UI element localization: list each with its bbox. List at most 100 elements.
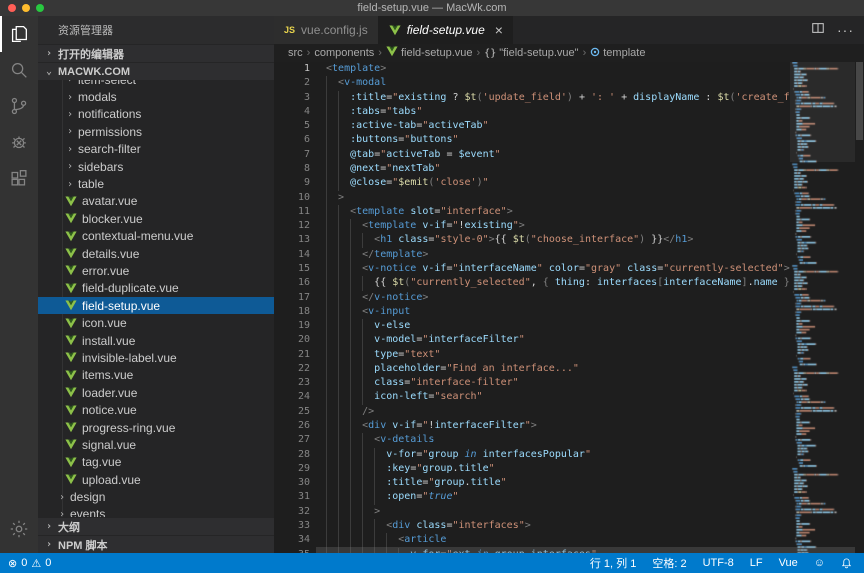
- tree-file-notice.vue[interactable]: notice.vue: [38, 401, 274, 418]
- vue-file-icon: [65, 405, 77, 416]
- tree-file-tag.vue[interactable]: tag.vue: [38, 454, 274, 471]
- indentation-setting[interactable]: 空格: 2: [652, 555, 686, 571]
- tree-folder-events[interactable]: ›events: [38, 506, 274, 517]
- tree-file-icon.vue[interactable]: icon.vue: [38, 314, 274, 331]
- tree-file-upload.vue[interactable]: upload.vue: [38, 471, 274, 488]
- code-line-20[interactable]: 20 v-model="interfaceFilter": [274, 333, 864, 347]
- code-line-9[interactable]: 9 @close="$emit('close')": [274, 176, 864, 190]
- code-line-1[interactable]: 1<template>: [274, 62, 864, 76]
- tree-folder-notifications[interactable]: ›notifications: [38, 106, 274, 123]
- eol-setting[interactable]: LF: [750, 557, 763, 569]
- code-editor[interactable]: 1<template>2 <v-modal3 :title="existing …: [274, 62, 864, 553]
- encoding-setting[interactable]: UTF-8: [703, 557, 734, 569]
- code-line-10[interactable]: 10 >: [274, 191, 864, 205]
- code-line-14[interactable]: 14 </template>: [274, 248, 864, 262]
- outline-section[interactable]: › 大纲: [38, 517, 274, 535]
- code-line-7[interactable]: 7 @tab="activeTab = $event": [274, 148, 864, 162]
- tree-file-progress-ring.vue[interactable]: progress-ring.vue: [38, 419, 274, 436]
- cursor-position[interactable]: 行 1, 列 1: [590, 555, 636, 571]
- breadcrumb-item-components[interactable]: components: [314, 47, 374, 59]
- tree-folder-permissions[interactable]: ›permissions: [38, 123, 274, 140]
- tree-file-avatar.vue[interactable]: avatar.vue: [38, 193, 274, 210]
- vertical-scrollbar[interactable]: [855, 62, 864, 553]
- more-actions-icon[interactable]: ···: [837, 22, 854, 38]
- code-line-8[interactable]: 8 @next="nextTab": [274, 162, 864, 176]
- code-line-30[interactable]: 30 :title="group.title": [274, 476, 864, 490]
- code-line-32[interactable]: 32 >: [274, 505, 864, 519]
- tree-file-contextual-menu.vue[interactable]: contextual-menu.vue: [38, 228, 274, 245]
- open-editors-section[interactable]: › 打开的编辑器: [38, 44, 274, 62]
- tree-file-error.vue[interactable]: error.vue: [38, 262, 274, 279]
- code-line-23[interactable]: 23 class="interface-filter": [274, 376, 864, 390]
- code-line-5[interactable]: 5 :active-tab="activeTab": [274, 119, 864, 133]
- tree-file-invisible-label.vue[interactable]: invisible-label.vue: [38, 349, 274, 366]
- code-line-16[interactable]: 16 {{ $t("currently_selected", { thing: …: [274, 276, 864, 290]
- horizontal-scrollbar[interactable]: [316, 546, 855, 553]
- line-number: 31: [274, 490, 310, 504]
- tree-folder-table[interactable]: ›table: [38, 175, 274, 192]
- tree-file-items.vue[interactable]: items.vue: [38, 367, 274, 384]
- window-titlebar[interactable]: field-setup.vue — MacWk.com: [0, 0, 864, 16]
- settings-gear-icon[interactable]: [0, 511, 38, 547]
- code-line-33[interactable]: 33 <div class="interfaces">: [274, 519, 864, 533]
- breadcrumb-item-field-setup.vue[interactable]: {}"field-setup.vue": [484, 47, 578, 59]
- close-tab-icon[interactable]: ×: [495, 23, 503, 37]
- code-line-19[interactable]: 19 v-else: [274, 319, 864, 333]
- minimize-window-button[interactable]: [22, 4, 30, 12]
- code-line-12[interactable]: 12 <template v-if="!existing">: [274, 219, 864, 233]
- code-line-4[interactable]: 4 :tabs="tabs": [274, 105, 864, 119]
- code-line-13[interactable]: 13 <h1 class="style-0">{{ $t("choose_int…: [274, 233, 864, 247]
- breadcrumb-item-template[interactable]: template: [590, 47, 645, 60]
- activity-search-icon[interactable]: [0, 52, 38, 88]
- code-line-26[interactable]: 26 <div v-if="!interfaceFilter">: [274, 419, 864, 433]
- code-line-21[interactable]: 21 type="text": [274, 348, 864, 362]
- language-mode[interactable]: Vue: [779, 557, 798, 569]
- code-line-25[interactable]: 25 />: [274, 405, 864, 419]
- tree-folder-search-filter[interactable]: ›search-filter: [38, 141, 274, 158]
- tree-folder-sidebars[interactable]: ›sidebars: [38, 158, 274, 175]
- problems-indicator[interactable]: ⊗ 0 ⚠ 0: [8, 557, 51, 570]
- code-line-2[interactable]: 2 <v-modal: [274, 76, 864, 90]
- tree-file-blocker.vue[interactable]: blocker.vue: [38, 210, 274, 227]
- activity-source-control-icon[interactable]: [0, 88, 38, 124]
- code-line-17[interactable]: 17 </v-notice>: [274, 291, 864, 305]
- tree-file-field-duplicate.vue[interactable]: field-duplicate.vue: [38, 280, 274, 297]
- activity-extensions-icon[interactable]: [0, 160, 38, 196]
- tree-folder-item-select[interactable]: ›item-select: [38, 80, 274, 88]
- npm-scripts-section[interactable]: › NPM 脚本: [38, 535, 274, 553]
- code-line-29[interactable]: 29 :key="group.title": [274, 462, 864, 476]
- tree-file-details.vue[interactable]: details.vue: [38, 245, 274, 262]
- tree-file-install.vue[interactable]: install.vue: [38, 332, 274, 349]
- zoom-window-button[interactable]: [36, 4, 44, 12]
- code-line-3[interactable]: 3 :title="existing ? $t('update_field') …: [274, 91, 864, 105]
- tab-field-setup-vue[interactable]: field-setup.vue ×: [379, 16, 513, 44]
- code-line-28[interactable]: 28 v-for="group in interfacesPopular": [274, 448, 864, 462]
- vertical-scrollbar-slider[interactable]: [856, 62, 863, 140]
- activity-explorer-icon[interactable]: [0, 16, 38, 52]
- code-line-22[interactable]: 22 placeholder="Find an interface...": [274, 362, 864, 376]
- tree-file-loader.vue[interactable]: loader.vue: [38, 384, 274, 401]
- tree-folder-design[interactable]: ›design: [38, 488, 274, 505]
- code-line-11[interactable]: 11 <template slot="interface">: [274, 205, 864, 219]
- code-line-24[interactable]: 24 icon-left="search": [274, 390, 864, 404]
- tree-file-field-setup.vue[interactable]: field-setup.vue: [38, 297, 274, 314]
- code-line-27[interactable]: 27 <v-details: [274, 433, 864, 447]
- notifications-bell-icon[interactable]: [841, 557, 852, 569]
- code-line-15[interactable]: 15 <v-notice v-if="interfaceName" color=…: [274, 262, 864, 276]
- indent-guide: [326, 319, 374, 333]
- minimap[interactable]: [790, 62, 855, 553]
- breadcrumb-item-field-setup.vue[interactable]: field-setup.vue: [386, 46, 473, 60]
- breadcrumb-item-src[interactable]: src: [288, 47, 303, 59]
- workspace-section[interactable]: ⌄ MACWK.COM: [38, 62, 274, 80]
- tree-folder-modals[interactable]: ›modals: [38, 88, 274, 105]
- tree-file-signal.vue[interactable]: signal.vue: [38, 436, 274, 453]
- code-line-31[interactable]: 31 :open="true": [274, 490, 864, 504]
- split-editor-icon[interactable]: [811, 21, 825, 40]
- code-line-18[interactable]: 18 <v-input: [274, 305, 864, 319]
- code-line-6[interactable]: 6 :buttons="buttons": [274, 133, 864, 147]
- close-window-button[interactable]: [8, 4, 16, 12]
- activity-debug-icon[interactable]: [0, 124, 38, 160]
- feedback-smiley-icon[interactable]: ☺: [814, 557, 825, 569]
- minimap-viewport[interactable]: [790, 62, 855, 162]
- tab-vue-config-js[interactable]: JS vue.config.js: [274, 16, 379, 44]
